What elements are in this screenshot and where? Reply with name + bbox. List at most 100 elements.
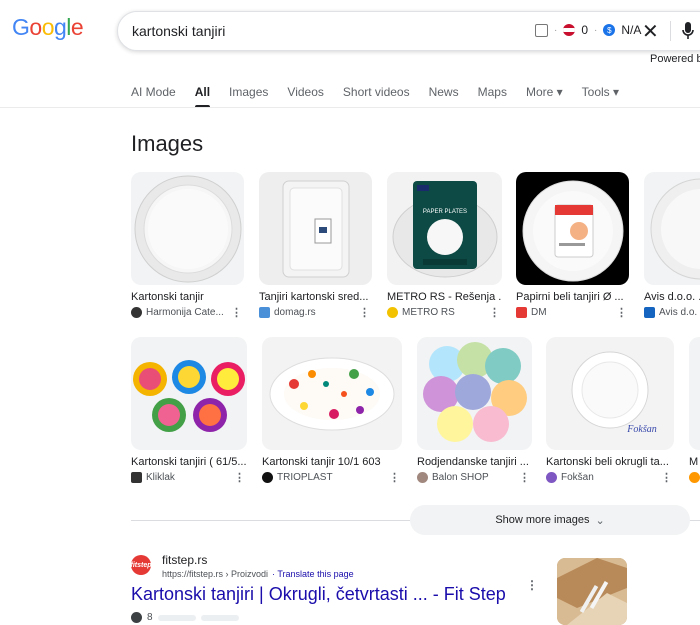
image-card[interactable]: PAPER PLATES METRO RS - Rešenja ... METR… [387, 172, 502, 319]
image-thumbnail[interactable] [259, 172, 372, 285]
image-source[interactable]: Fokšan ⋮ [546, 471, 674, 484]
image-thumbnail[interactable] [131, 337, 247, 450]
image-thumbnail[interactable] [131, 172, 244, 285]
image-source[interactable]: Kliklak ⋮ [131, 471, 247, 484]
separator-dot: · [594, 24, 598, 36]
image-title[interactable]: Tanjiri kartonski sred... [259, 291, 372, 303]
logo-letter: e [70, 14, 84, 40]
more-options-icon[interactable]: ⋮ [526, 578, 538, 592]
tab-news[interactable]: News [429, 85, 459, 107]
logo-letter: G [12, 14, 30, 40]
search-input[interactable]: kartonski tanjiri [132, 23, 225, 39]
more-options-icon[interactable]: ⋮ [661, 471, 672, 484]
result-meta: 8 [131, 612, 239, 623]
tabs-divider [0, 107, 700, 108]
uk-flag-icon [563, 24, 576, 36]
rating-value: 8 [147, 612, 153, 623]
image-title[interactable]: METRO RS - Rešenja ... [387, 291, 502, 303]
clear-icon[interactable]: ✕ [642, 19, 659, 44]
image-thumbnail[interactable] [689, 337, 700, 450]
image-thumbnail[interactable] [516, 172, 629, 285]
image-source[interactable]: METRO RS ⋮ [387, 306, 502, 319]
image-card[interactable]: Kartonski tanjiri ( 61/5... Kliklak ⋮ [131, 337, 247, 484]
rating-icon [131, 612, 142, 623]
chevron-down-icon: ⌄ [595, 514, 605, 527]
site-favicon-icon [131, 307, 142, 318]
more-options-icon[interactable]: ⋮ [489, 306, 500, 319]
image-card[interactable]: Rodjendanske tanjiri ... Balon SHOP ⋮ [417, 337, 532, 484]
image-source[interactable]: domag.rs ⋮ [259, 306, 372, 319]
result-title-link[interactable]: Kartonski tanjiri | Okrugli, četvrtasti … [131, 584, 506, 605]
tab-all[interactable]: All [194, 85, 211, 108]
image-source[interactable]: TRIOPLAST ⋮ [262, 471, 402, 484]
image-card[interactable]: Kartonski tanjir 10/1 603 TRIOPLAST ⋮ [262, 337, 402, 484]
image-card[interactable]: Tanjiri kartonski sred... domag.rs ⋮ [259, 172, 372, 319]
tab-more[interactable]: More ▾ [526, 85, 563, 107]
separator-dot: · [554, 24, 558, 36]
image-card[interactable]: Papirni beli tanjiri Ø ... DM ⋮ [516, 172, 629, 319]
result-thumbnail[interactable] [557, 558, 627, 625]
kliklak-logo-icon [131, 472, 142, 483]
image-thumbnail[interactable] [262, 337, 402, 450]
image-card[interactable]: Avis d.o.o. ... Avis d.o. [644, 172, 700, 318]
tab-videos[interactable]: Videos [287, 85, 323, 107]
image-title[interactable]: Kartonski tanjir [131, 291, 244, 303]
tab-maps[interactable]: Maps [478, 85, 507, 107]
image-thumbnail[interactable]: Fokšan [546, 337, 674, 450]
image-title[interactable]: Papirni beli tanjiri Ø ... [516, 291, 629, 303]
image-title[interactable]: M [689, 456, 700, 468]
image-thumbnail[interactable]: PAPER PLATES [387, 172, 502, 285]
metro-logo-icon [387, 307, 398, 318]
image-source[interactable]: Avis d.o. [644, 307, 700, 318]
fitstep-favicon-icon[interactable]: fitstep [130, 555, 152, 575]
placeholder-bar [157, 614, 196, 621]
more-options-icon[interactable]: ⋮ [519, 471, 530, 484]
metro-pack-label: PAPER PLATES [422, 209, 466, 215]
tab-short-videos[interactable]: Short videos [343, 85, 410, 107]
tab-ai-mode[interactable]: AI Mode [131, 85, 176, 107]
more-options-icon[interactable]: ⋮ [234, 471, 245, 484]
source-name: Fokšan [561, 472, 594, 483]
placeholder-bar [200, 614, 239, 621]
more-options-icon[interactable]: ⋮ [359, 306, 370, 319]
image-title[interactable]: Avis d.o.o. ... [644, 291, 700, 303]
search-bar[interactable]: kartonski tanjiri · 0 · $ N/A ✕ [117, 11, 700, 51]
source-name: DM [531, 307, 547, 318]
tab-images[interactable]: Images [229, 85, 268, 107]
site-favicon-icon [689, 472, 700, 483]
favicon-text: fitstep [130, 561, 152, 569]
checkbox-icon[interactable] [535, 23, 548, 37]
image-source[interactable]: Balon SHOP ⋮ [417, 471, 532, 484]
dm-logo-icon [516, 307, 527, 318]
ext-value: N/A [621, 23, 642, 37]
image-title[interactable]: Kartonski tanjir 10/1 603 [262, 456, 402, 468]
image-thumbnail[interactable] [417, 337, 532, 450]
divider [670, 21, 671, 41]
tab-tools[interactable]: Tools ▾ [582, 85, 619, 107]
microphone-icon[interactable] [681, 21, 695, 46]
image-source[interactable]: DM ⋮ [516, 306, 629, 319]
result-url[interactable]: https://fitstep.rs › Proizvodi · Translat… [162, 569, 354, 579]
google-logo[interactable]: Google [12, 14, 84, 41]
logo-letter: o [41, 14, 55, 40]
image-title[interactable]: Kartonski tanjiri ( 61/5... [131, 456, 247, 468]
image-title[interactable]: Rodjendanske tanjiri ... [417, 456, 532, 468]
image-thumbnail[interactable] [644, 172, 700, 285]
translate-link[interactable]: · Translate this page [272, 569, 354, 579]
more-options-icon[interactable]: ⋮ [231, 306, 242, 319]
image-card[interactable]: Kartonski tanjir Harmonija Cate... ⋮ [131, 172, 244, 319]
extension-widget[interactable]: · 0 · $ N/A [535, 23, 641, 37]
source-name: METRO RS [402, 307, 455, 318]
result-url-text: https://fitstep.rs › Proizvodi [162, 569, 269, 579]
image-source[interactable]: Harmonija Cate... ⋮ [131, 306, 244, 319]
more-options-icon[interactable]: ⋮ [389, 471, 400, 484]
image-source[interactable] [689, 472, 700, 483]
image-card[interactable]: M [689, 337, 700, 483]
show-more-label: Show more images [495, 514, 590, 526]
image-title[interactable]: Kartonski beli okrugli ta... [546, 456, 674, 468]
result-site-name[interactable]: fitstep.rs [162, 553, 207, 567]
image-card[interactable]: Fokšan Kartonski beli okrugli ta... Fokš… [546, 337, 674, 484]
show-more-images-button[interactable]: Show more images ⌄ [410, 505, 690, 535]
more-options-icon[interactable]: ⋮ [616, 306, 627, 319]
source-name: Balon SHOP [432, 472, 489, 483]
